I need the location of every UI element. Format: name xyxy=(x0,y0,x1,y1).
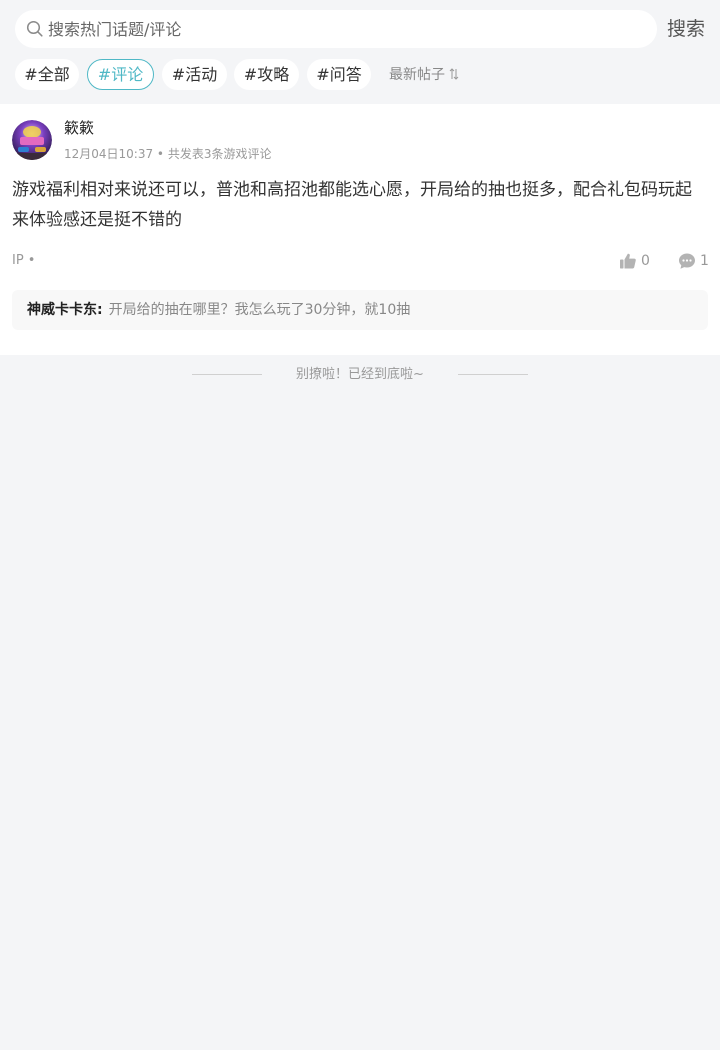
sort-dropdown[interactable]: 最新帖子 xyxy=(389,64,459,86)
search-input[interactable] xyxy=(48,11,638,47)
tab-guides[interactable]: #攻略 xyxy=(234,59,299,90)
tab-activities[interactable]: #活动 xyxy=(162,59,227,90)
top-bar: 搜索 #全部 #评论 #活动 #攻略 #问答 最新帖子 xyxy=(0,0,720,104)
search-icon xyxy=(26,20,43,37)
like-button[interactable]: 0 xyxy=(619,252,650,270)
like-count: 0 xyxy=(641,253,650,269)
search-button[interactable]: 搜索 xyxy=(667,16,705,42)
avatar[interactable] xyxy=(12,120,52,160)
tab-qa[interactable]: #问答 xyxy=(307,59,371,90)
tab-all[interactable]: #全部 xyxy=(15,59,79,90)
post-meta: 12月04日10:37 • 共发表3条游戏评论 xyxy=(64,147,272,161)
post-username[interactable]: 簌簌 xyxy=(64,117,94,139)
comment-button[interactable]: 1 xyxy=(678,252,709,270)
search-box[interactable] xyxy=(15,10,657,48)
reply-text: 开局给的抽在哪里？我怎么玩了30分钟，就10抽 xyxy=(108,302,411,318)
post-content: 游戏福利相对来说还可以，普池和高招池都能选心愿，开局给的抽也挺多，配合礼包码玩起… xyxy=(12,180,692,230)
reply-author: 神威卡卡东: xyxy=(27,302,103,318)
comment-icon xyxy=(679,253,695,269)
tab-reviews[interactable]: #评论 xyxy=(87,59,154,90)
comment-count: 1 xyxy=(700,253,709,269)
end-of-list-text: 别撩啦！已经到底啦~ xyxy=(296,367,424,382)
divider-right xyxy=(458,374,528,375)
sort-label: 最新帖子 xyxy=(389,67,445,83)
post-ip: IP • xyxy=(12,253,36,268)
post-card[interactable]: 簌簌 12月04日10:37 • 共发表3条游戏评论 游戏福利相对来说还可以，普… xyxy=(0,104,720,355)
thumbs-up-icon xyxy=(620,253,636,269)
sort-arrows-icon xyxy=(450,68,459,80)
reply-preview[interactable]: 神威卡卡东: 开局给的抽在哪里？我怎么玩了30分钟，就10抽 xyxy=(12,290,708,330)
